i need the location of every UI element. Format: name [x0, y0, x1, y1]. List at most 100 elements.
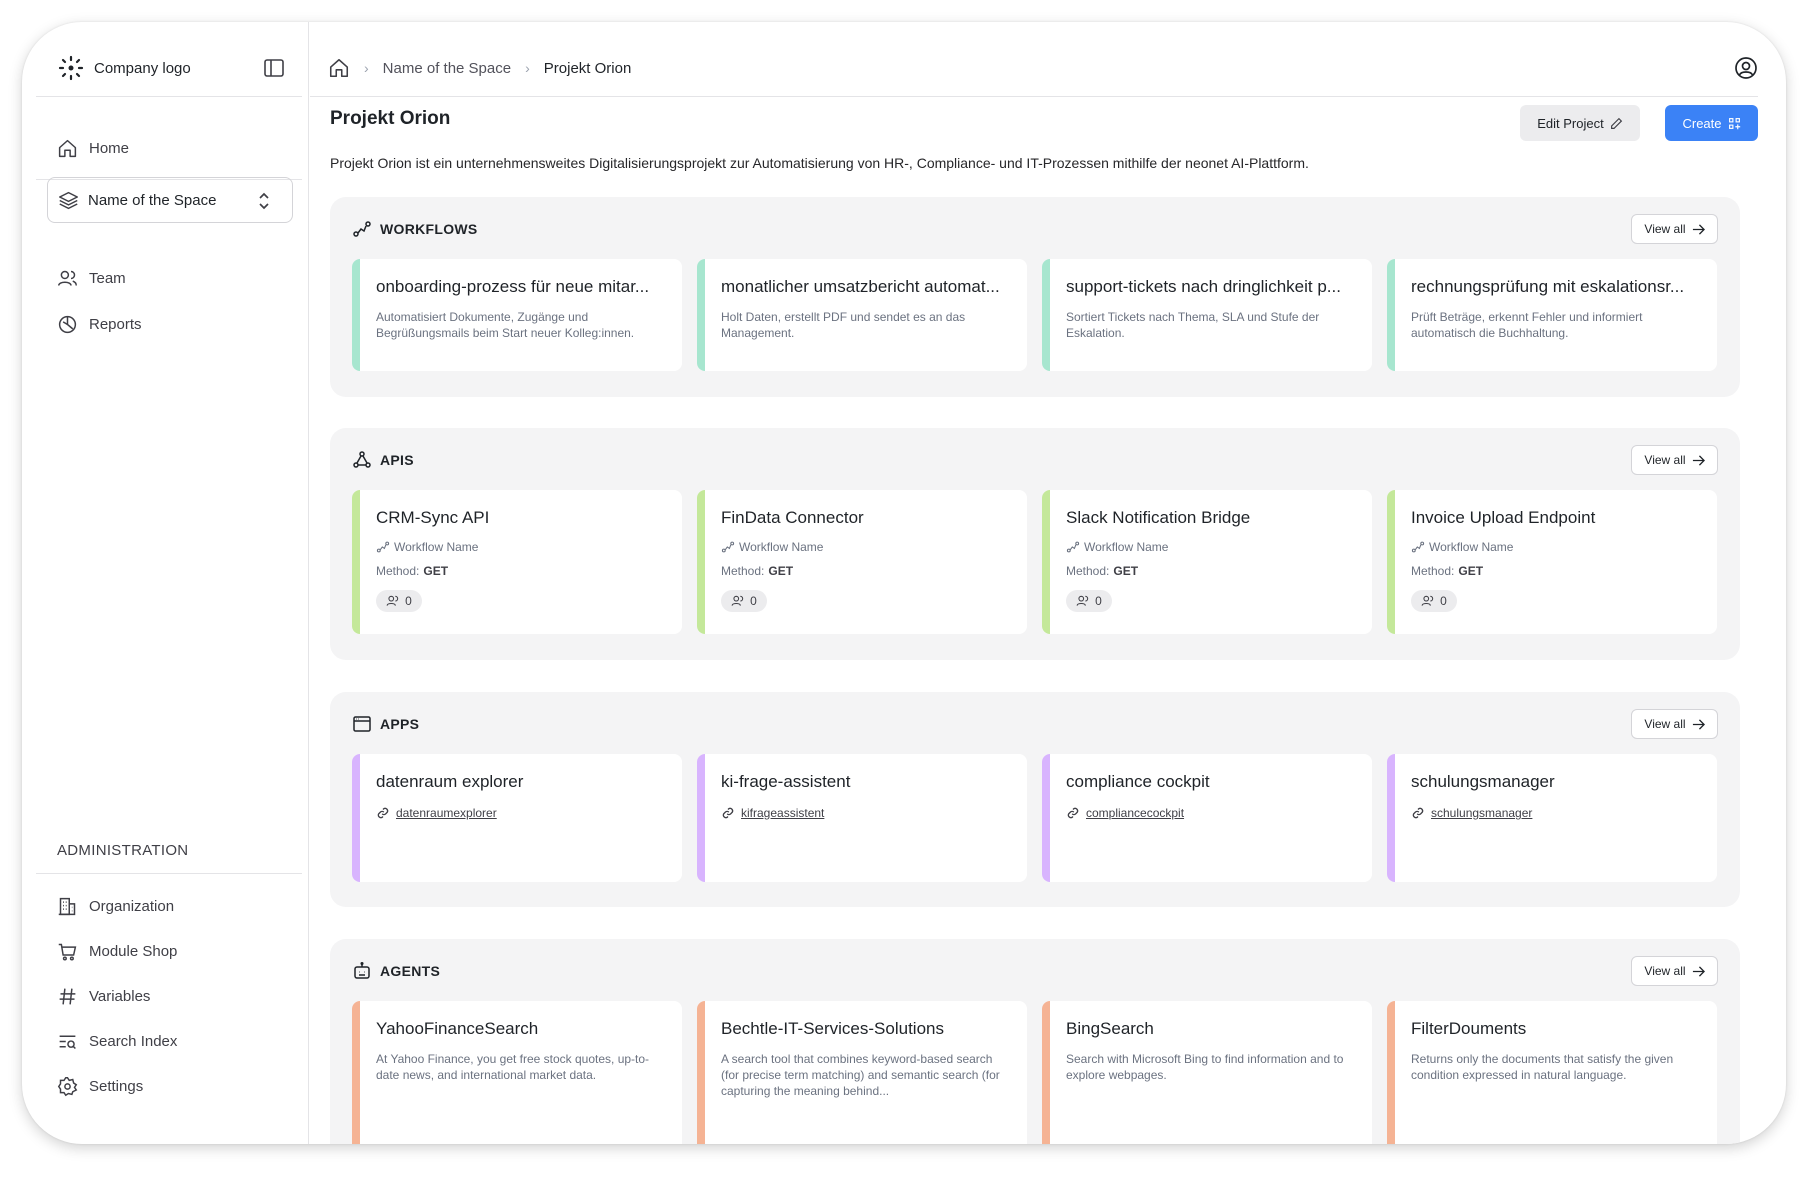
team-icon — [731, 595, 744, 606]
card-accent — [1387, 754, 1395, 882]
workflow-name: Workflow Name — [1084, 540, 1169, 554]
view-all-apis-button[interactable]: View all — [1631, 445, 1718, 475]
card-accent — [697, 754, 705, 882]
sidebar-item-label: Home — [89, 139, 130, 157]
card-accent — [1042, 490, 1050, 634]
app-link[interactable]: schulungsmanager — [1411, 806, 1532, 820]
sidebar-toggle-icon[interactable] — [264, 59, 284, 77]
app-card[interactable]: datenraum explorer datenraumexplorer — [352, 754, 682, 882]
app-link[interactable]: compliancecockpit — [1066, 806, 1184, 820]
section-header: AGENTS — [352, 961, 440, 981]
workflow-card[interactable]: rechnungsprüfung mit eskalationsr... Prü… — [1387, 259, 1717, 371]
agent-cards: YahooFinanceSearch At Yahoo Finance, you… — [352, 1001, 1717, 1144]
api-method: Method: GET — [721, 564, 793, 578]
sidebar-item-label: Settings — [89, 1077, 144, 1095]
space-selector[interactable]: Name of the Space — [47, 177, 293, 223]
breadcrumb-current: Projekt Orion — [543, 59, 632, 77]
main-content: › Name of the Space › Projekt Orion Proj… — [310, 22, 1786, 1144]
user-account-icon[interactable] — [1734, 56, 1758, 80]
robot-icon — [354, 961, 370, 979]
link-icon — [1412, 807, 1424, 819]
agent-card[interactable]: FilterDouments Returns only the document… — [1387, 1001, 1717, 1144]
card-title: CRM-Sync API — [376, 508, 490, 527]
view-all-label: View all — [1644, 964, 1686, 978]
sidebar: Company logo Home Name of the Space Team… — [22, 22, 309, 1144]
card-title: datenraum explorer — [376, 772, 524, 791]
card-accent — [1042, 754, 1050, 882]
card-accent — [1042, 1001, 1050, 1144]
workflow-card[interactable]: onboarding-prozess für neue mitar... Aut… — [352, 259, 682, 371]
app-link-text: schulungsmanager — [1431, 806, 1533, 820]
create-button[interactable]: Create — [1665, 105, 1758, 141]
workflow-card[interactable]: monatlicher umsatzbericht automat... Hol… — [697, 259, 1027, 371]
card-title: FinData Connector — [721, 508, 864, 527]
user-count: 0 — [405, 594, 412, 608]
api-card[interactable]: Invoice Upload Endpoint Workflow Name Me… — [1387, 490, 1717, 634]
arrow-right-icon — [1692, 223, 1705, 235]
app-cards: datenraum explorer datenraumexplorer ki-… — [352, 754, 1717, 882]
view-all-agents-button[interactable]: View all — [1631, 956, 1718, 986]
workflow-icon — [721, 541, 735, 553]
space-selector-label: Name of the Space — [88, 191, 217, 209]
edit-project-button[interactable]: Edit Project — [1520, 105, 1640, 141]
layers-icon — [59, 191, 78, 209]
section-header: WORKFLOWS — [352, 219, 478, 239]
agent-card[interactable]: Bechtle-IT-Services-Solutions A search t… — [697, 1001, 1027, 1144]
card-title: monatlicher umsatzbericht automat... — [721, 277, 1000, 296]
sidebar-item-label: Module Shop — [89, 942, 178, 960]
workflow-link: Workflow Name — [1066, 540, 1168, 554]
link-icon — [1067, 807, 1079, 819]
sidebar-item-organization[interactable]: Organization — [57, 891, 174, 921]
workflow-card[interactable]: support-tickets nach dringlichkeit p... … — [1042, 259, 1372, 371]
view-all-workflows-button[interactable]: View all — [1631, 214, 1718, 244]
grid-plus-icon — [1728, 117, 1740, 129]
hash-icon — [59, 988, 76, 1004]
view-all-apps-button[interactable]: View all — [1631, 709, 1718, 739]
sidebar-item-label: Search Index — [89, 1032, 178, 1050]
sidebar-item-home[interactable]: Home — [57, 133, 129, 163]
sidebar-item-variables[interactable]: Variables — [57, 981, 150, 1011]
api-card[interactable]: FinData Connector Workflow Name Method: G… — [697, 490, 1027, 634]
method-value: GET — [423, 564, 449, 578]
home-icon[interactable] — [328, 57, 350, 79]
card-description: Prüft Beträge, erkennt Fehler und inform… — [1411, 310, 1643, 340]
app-link-text: kifrageassistent — [741, 806, 825, 820]
sidebar-item-reports[interactable]: Reports — [57, 309, 142, 339]
section-title: APPS — [380, 716, 420, 732]
sidebar-item-team[interactable]: Team — [57, 263, 126, 293]
sidebar-item-label: Team — [89, 269, 126, 287]
workflow-link: Workflow Name — [376, 540, 478, 554]
workflow-cards: onboarding-prozess für neue mitar... Aut… — [352, 259, 1717, 371]
card-title: BingSearch — [1066, 1019, 1154, 1038]
workflow-name: Workflow Name — [1429, 540, 1514, 554]
app-card[interactable]: schulungsmanager schulungsmanager — [1387, 754, 1717, 882]
breadcrumb-space-link[interactable]: Name of the Space — [383, 60, 511, 77]
agent-card[interactable]: BingSearch Search with Microsoft Bing to… — [1042, 1001, 1372, 1144]
sidebar-item-module-shop[interactable]: Module Shop — [57, 936, 177, 966]
app-card[interactable]: ki-frage-assistent kifrageassistent — [697, 754, 1027, 882]
app-window-icon — [353, 716, 371, 732]
section-title: APIS — [380, 452, 414, 468]
chevron-right-icon: › — [364, 60, 369, 76]
app-link-text: datenraumexplorer — [396, 806, 497, 820]
sidebar-item-label: Reports — [89, 315, 142, 333]
app-link[interactable]: kifrageassistent — [721, 806, 824, 820]
section-header: APIS — [352, 450, 414, 470]
card-description: Returns only the documents that satisfy … — [1411, 1052, 1674, 1082]
app-link-text: compliancecockpit — [1086, 806, 1185, 820]
workflow-link: Workflow Name — [1411, 540, 1513, 554]
agent-card[interactable]: YahooFinanceSearch At Yahoo Finance, you… — [352, 1001, 682, 1144]
sidebar-header: Company logo — [36, 40, 302, 97]
card-accent — [352, 1001, 360, 1144]
method-label: Method: — [721, 564, 765, 578]
sidebar-item-settings[interactable]: Settings — [57, 1071, 143, 1101]
app-link[interactable]: datenraumexplorer — [376, 806, 497, 820]
divider — [36, 873, 302, 874]
api-card[interactable]: Slack Notification Bridge Workflow Name … — [1042, 490, 1372, 634]
api-card[interactable]: CRM-Sync API Workflow Name Method: GET 0 — [352, 490, 682, 634]
workflow-name: Workflow Name — [394, 540, 479, 554]
workflow-link: Workflow Name — [721, 540, 823, 554]
api-icon — [353, 451, 371, 468]
app-card[interactable]: compliance cockpit compliancecockpit — [1042, 754, 1372, 882]
sidebar-item-search-index[interactable]: Search Index — [57, 1026, 177, 1056]
